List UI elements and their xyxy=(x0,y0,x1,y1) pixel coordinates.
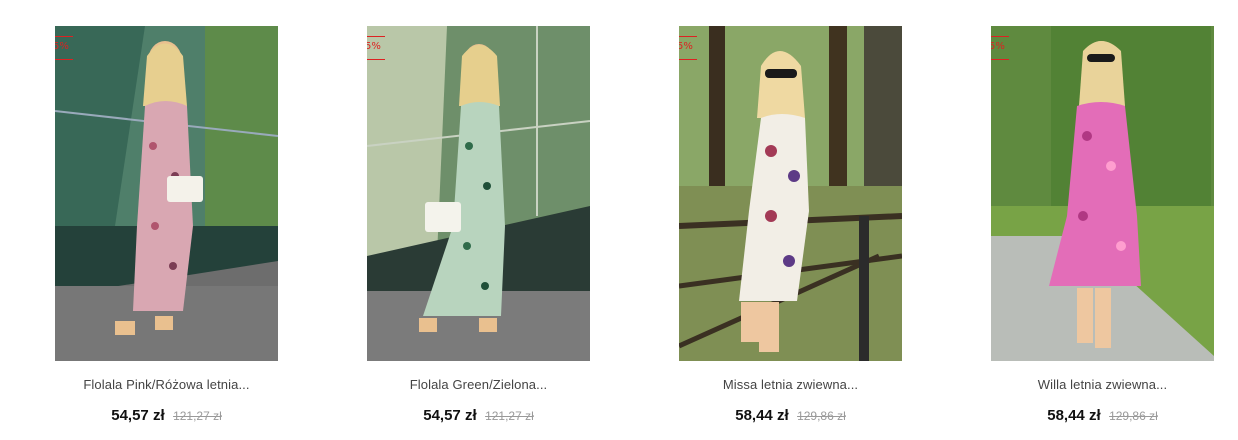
product-name[interactable]: Missa letnia zwiewna... xyxy=(624,377,957,392)
product-photo-image xyxy=(55,26,278,361)
product-name[interactable]: Flolala Green/Zielona... xyxy=(312,377,645,392)
product-name[interactable]: Flolala Pink/Różowa letnia... xyxy=(0,377,333,392)
price-block: 58,44 zł 129,86 zł xyxy=(936,407,1238,425)
current-price: 58,44 zł xyxy=(735,407,789,424)
product-photo[interactable]: -55% xyxy=(991,26,1214,361)
old-price: 121,27 zł xyxy=(173,409,222,423)
product-grid: -55% Flolala Pink/Różowa letnia... 54,57… xyxy=(0,0,1238,440)
old-price: 129,86 zł xyxy=(797,409,846,423)
product-photo-image xyxy=(991,26,1214,361)
current-price: 58,44 zł xyxy=(1047,407,1101,424)
old-price: 129,86 zł xyxy=(1109,409,1158,423)
product-photo-image xyxy=(367,26,590,361)
product-card[interactable]: -55% Flolala Green/Zielona... 54,57 zł 1… xyxy=(312,26,624,440)
price-block: 54,57 zł 121,27 zł xyxy=(0,407,333,425)
old-price: 121,27 zł xyxy=(485,409,534,423)
product-card[interactable]: -55% Flolala Pink/Różowa letnia... 54,57… xyxy=(0,26,312,440)
product-card[interactable]: -55% Missa letnia zwiewna... 58,44 zł 12… xyxy=(624,26,936,440)
product-photo-image xyxy=(679,26,902,361)
price-block: 54,57 zł 121,27 zł xyxy=(312,407,645,425)
discount-badge: -55% xyxy=(367,36,385,60)
current-price: 54,57 zł xyxy=(423,407,477,424)
discount-badge: -55% xyxy=(679,36,697,60)
product-photo[interactable]: -55% xyxy=(679,26,902,361)
price-block: 58,44 zł 129,86 zł xyxy=(624,407,957,425)
discount-badge: -55% xyxy=(55,36,73,60)
discount-badge: -55% xyxy=(991,36,1009,60)
product-card[interactable]: -55% Willa letnia zwiewna... 58,44 zł 12… xyxy=(936,26,1238,440)
current-price: 54,57 zł xyxy=(111,407,165,424)
product-photo[interactable]: -55% xyxy=(55,26,278,361)
product-photo[interactable]: -55% xyxy=(367,26,590,361)
product-name[interactable]: Willa letnia zwiewna... xyxy=(936,377,1238,392)
